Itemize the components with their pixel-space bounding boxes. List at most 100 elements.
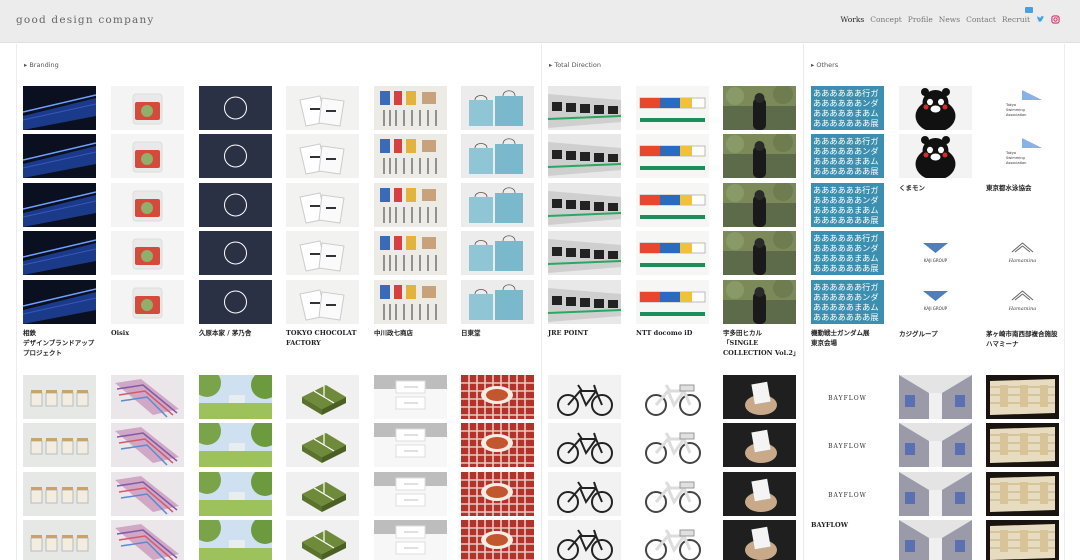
work-thumbnail[interactable] [199,279,272,324]
work-thumbnail[interactable]: Hamamina [986,232,1059,276]
work-thumbnail[interactable] [23,423,96,468]
work-thumbnail[interactable] [548,471,621,516]
work-thumbnail[interactable] [636,375,709,419]
work-caption[interactable]: 日東堂 [461,328,549,338]
work-item[interactable]: KAJI GROUP KAJI GROUP カジグループ [899,232,987,339]
work-thumbnail[interactable] [23,86,96,130]
work-item[interactable] [461,375,549,560]
work-thumbnail[interactable] [23,231,96,276]
work-thumbnail[interactable] [111,279,184,324]
nav-profile[interactable]: Profile [908,15,933,24]
work-thumbnail[interactable] [286,134,359,179]
work-thumbnail[interactable] [286,86,359,130]
work-thumbnail[interactable] [286,231,359,276]
work-item[interactable] [899,375,987,560]
work-caption[interactable]: BAYFLOW [811,520,899,530]
work-item[interactable] [374,375,462,560]
work-thumbnail[interactable] [899,375,972,419]
work-caption[interactable]: 相鉄 デザインブランドアップ プロジェクト [23,328,111,358]
work-caption[interactable]: TOKYO CHOCOLAT FACTORY [286,328,374,348]
work-item[interactable]: 相鉄 デザインブランドアップ プロジェクト [23,86,111,358]
work-thumbnail[interactable] [548,231,621,276]
work-item[interactable]: 日東堂 [461,86,549,338]
work-thumbnail[interactable] [111,423,184,468]
nav-concept[interactable]: Concept [870,15,902,24]
work-thumbnail[interactable] [548,520,621,560]
work-thumbnail[interactable] [374,375,447,419]
work-thumbnail[interactable] [986,520,1059,560]
work-item[interactable]: ああああああ行ガ ああああああンダ あああああまあム あああああああ展 ああああああ行ガ… [811,86,899,348]
work-caption[interactable]: 機動戦士ガンダム展 東京会場 [811,328,899,348]
work-thumbnail[interactable] [23,279,96,324]
work-thumbnail[interactable] [723,231,796,276]
work-caption[interactable]: Oisix [111,328,199,338]
work-thumbnail[interactable] [461,471,534,516]
work-thumbnail[interactable] [286,520,359,560]
nav-contact[interactable]: Contact [966,15,996,24]
work-thumbnail[interactable] [636,182,709,227]
work-thumbnail[interactable]: Tokyo Swimming Association [986,134,1059,179]
work-item[interactable] [636,375,724,560]
work-thumbnail[interactable] [899,134,972,179]
work-thumbnail[interactable]: ああああああ行ガ ああああああンダ あああああまあム あああああああ展 [811,231,884,276]
work-thumbnail[interactable]: BAYFLOW [811,471,884,516]
work-caption[interactable]: 中川政七商店 [374,328,462,338]
work-thumbnail[interactable] [374,86,447,130]
work-thumbnail[interactable] [374,423,447,468]
work-thumbnail[interactable] [374,182,447,227]
work-item[interactable]: 中川政七商店 [374,86,462,338]
work-thumbnail[interactable] [723,375,796,419]
work-thumbnail[interactable]: ああああああ行ガ ああああああンダ あああああまあム あああああああ展 [811,134,884,179]
work-thumbnail[interactable] [111,134,184,179]
work-thumbnail[interactable] [374,134,447,179]
work-thumbnail[interactable] [461,375,534,419]
work-thumbnail[interactable]: ああああああ行ガ ああああああンダ あああああまあム あああああああ展 [811,86,884,130]
work-item[interactable] [286,375,374,560]
work-thumbnail[interactable] [374,231,447,276]
work-thumbnail[interactable] [286,182,359,227]
work-thumbnail[interactable] [986,423,1059,468]
work-thumbnail[interactable] [723,182,796,227]
work-thumbnail[interactable] [23,520,96,560]
twitter-icon[interactable] [1036,15,1045,24]
work-thumbnail[interactable] [461,231,534,276]
work-thumbnail[interactable] [636,279,709,324]
work-item[interactable] [723,375,811,560]
work-thumbnail[interactable] [111,86,184,130]
work-caption[interactable]: JRE POINT [548,328,636,338]
work-thumbnail[interactable] [111,520,184,560]
work-thumbnail[interactable]: ああああああ行ガ ああああああンダ あああああまあム あああああああ展 [811,182,884,227]
work-thumbnail[interactable]: KAJI GROUP [899,232,972,276]
work-thumbnail[interactable] [723,134,796,179]
work-thumbnail[interactable] [723,520,796,560]
work-caption[interactable]: 茅ヶ崎市南西部複合施設 ハマミーナ [986,329,1074,349]
work-caption[interactable]: 東京都水泳協会 [986,183,1074,193]
work-thumbnail[interactable] [374,471,447,516]
work-thumbnail[interactable] [286,375,359,419]
work-thumbnail[interactable]: Hamamina [986,280,1059,325]
work-thumbnail[interactable] [23,182,96,227]
nav-news[interactable]: News [939,15,960,24]
work-thumbnail[interactable] [548,86,621,130]
work-thumbnail[interactable]: KAJI GROUP [899,280,972,325]
work-thumbnail[interactable] [286,279,359,324]
work-thumbnail[interactable] [548,134,621,179]
work-thumbnail[interactable] [723,279,796,324]
work-thumbnail[interactable] [199,375,272,419]
work-item[interactable]: 宇多田ヒカル 「SINGLE COLLECTION Vol.2」 [723,86,811,358]
work-thumbnail[interactable] [636,520,709,560]
work-thumbnail[interactable]: ああああああ行ガ ああああああンダ あああああまあム あああああああ展 [811,279,884,324]
work-thumbnail[interactable] [548,182,621,227]
work-thumbnail[interactable] [111,471,184,516]
work-thumbnail[interactable]: Tokyo Swimming Association [986,86,1059,130]
work-thumbnail[interactable] [461,134,534,179]
work-thumbnail[interactable] [199,520,272,560]
work-thumbnail[interactable] [548,375,621,419]
work-caption[interactable]: カジグループ [899,329,987,339]
work-item[interactable]: Oisix [111,86,199,338]
work-item[interactable]: Tokyo Swimming Association Tokyo Swimming Ass… [986,86,1074,193]
work-thumbnail[interactable] [899,423,972,468]
work-thumbnail[interactable] [23,375,96,419]
work-thumbnail[interactable] [723,423,796,468]
work-item[interactable]: 久原本家 / 茅乃舎 [199,86,287,338]
